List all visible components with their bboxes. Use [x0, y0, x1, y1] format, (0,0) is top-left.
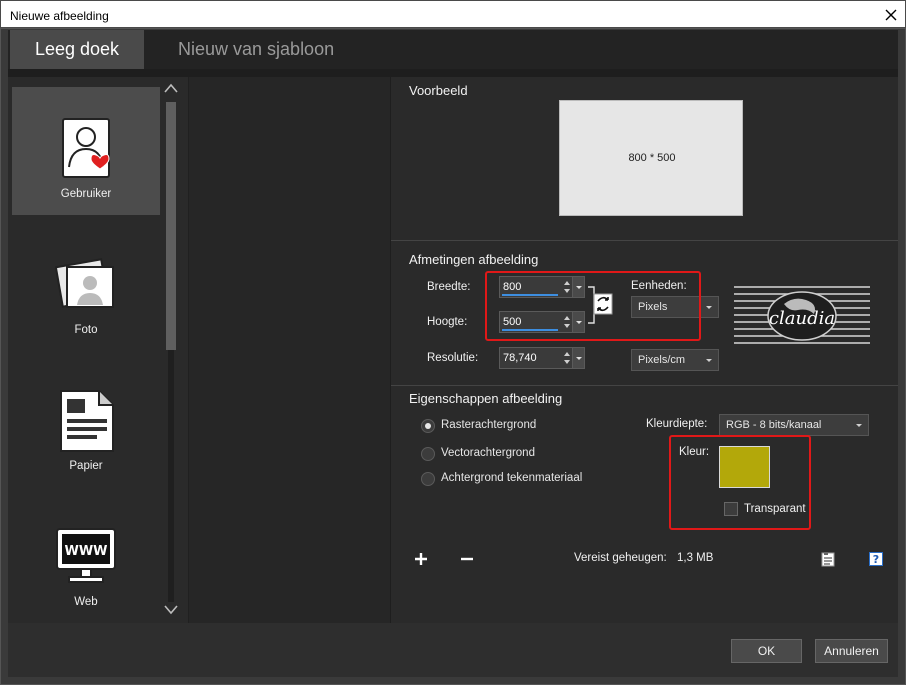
preset-paper-label: Papier	[69, 460, 103, 472]
height-dropdown[interactable]	[572, 312, 584, 332]
svg-text:?: ?	[873, 553, 879, 566]
units-select[interactable]: Pixels	[631, 296, 719, 318]
resolution-input[interactable]	[503, 349, 559, 367]
radio-raster-indicator[interactable]	[421, 419, 435, 433]
resolution-units-select[interactable]: Pixels/cm	[631, 349, 719, 371]
divider	[391, 385, 898, 386]
preview-title: Voorbeeld	[409, 83, 468, 98]
resolution-units-value: Pixels/cm	[638, 354, 686, 366]
plus-icon[interactable]	[414, 552, 428, 566]
chevron-down-icon	[576, 286, 582, 289]
chevron-down-icon	[576, 357, 582, 360]
transparent-label: Transparant	[744, 503, 806, 515]
scroll-thumb[interactable]	[166, 102, 176, 350]
dimensions-title: Afmetingen afbeelding	[409, 252, 539, 267]
notes-icon[interactable]	[821, 551, 836, 567]
memory-label: Vereist geheugen:	[574, 552, 667, 564]
units-value: Pixels	[638, 301, 668, 313]
width-spinner-icon[interactable]	[562, 277, 572, 297]
height-underline	[502, 329, 558, 331]
help-icon[interactable]: ?	[869, 552, 883, 566]
properties-title: Eigenschappen afbeelding	[409, 391, 563, 406]
resolution-label: Resolutie:	[427, 352, 479, 364]
height-input-group	[499, 311, 585, 333]
user-heart-icon	[62, 118, 110, 178]
window-title: Nieuwe afbeelding	[10, 9, 109, 23]
resolution-input-group	[499, 347, 585, 369]
ok-button[interactable]: OK	[731, 639, 802, 663]
tab-blank-canvas[interactable]: Leeg doek	[10, 30, 144, 69]
chevron-down-icon	[856, 424, 862, 427]
width-input-group	[499, 276, 585, 298]
radio-art-media-indicator[interactable]	[421, 472, 435, 486]
www-monitor-icon: WWW	[56, 528, 116, 583]
radio-vector-label: Vectorachtergrond	[441, 447, 535, 459]
link-aspect-icon[interactable]	[588, 286, 614, 324]
height-spinner-icon[interactable]	[562, 312, 572, 332]
close-icon[interactable]	[883, 7, 899, 23]
memory-value: 1,3 MB	[677, 552, 714, 564]
preset-photo-label: Foto	[74, 324, 98, 336]
preset-paper[interactable]: Papier	[12, 359, 160, 487]
height-label: Hoogte:	[427, 316, 468, 328]
preset-user-label: Gebruiker	[60, 188, 112, 200]
transparent-checkbox[interactable]	[724, 502, 738, 516]
preset-web[interactable]: WWW Web	[12, 495, 160, 623]
middle-panel	[188, 77, 390, 623]
divider	[391, 240, 898, 241]
chevron-up-icon[interactable]	[163, 82, 179, 94]
chevron-down-icon	[706, 306, 712, 309]
radio-vector-indicator[interactable]	[421, 447, 435, 461]
svg-text:WWW: WWW	[64, 544, 107, 559]
chevron-down-icon	[706, 359, 712, 362]
color-depth-label: Kleurdiepte:	[646, 418, 708, 430]
preset-web-label: Web	[74, 596, 98, 608]
preset-user[interactable]: Gebruiker	[12, 87, 160, 215]
document-icon	[60, 390, 114, 452]
color-depth-value: RGB - 8 bits/kanaal	[726, 419, 822, 431]
resolution-dropdown[interactable]	[572, 348, 584, 368]
preview-size-text: 800 * 500	[628, 152, 676, 164]
svg-text:claudia: claudia	[769, 308, 835, 329]
color-label: Kleur:	[679, 446, 710, 458]
chevron-down-icon[interactable]	[163, 604, 179, 616]
preset-scrollbar[interactable]	[160, 82, 182, 620]
preview-canvas: 800 * 500	[559, 100, 743, 216]
chevron-down-icon	[576, 321, 582, 324]
units-label: Eenheden:	[631, 280, 687, 292]
background-color-swatch[interactable]	[719, 446, 770, 488]
tab-bar: Leeg doek Nieuw van sjabloon	[8, 30, 898, 69]
radio-raster-label: Rasterachtergrond	[441, 419, 537, 431]
resolution-spinner-icon[interactable]	[562, 348, 572, 368]
tab-from-template[interactable]: Nieuw van sjabloon	[178, 30, 334, 69]
radio-art-media-label: Achtergrond tekenmateriaal	[441, 472, 583, 484]
title-bar: Nieuwe afbeelding	[0, 0, 906, 28]
claudia-logo: claudia	[734, 286, 870, 344]
minus-icon[interactable]	[460, 552, 474, 566]
width-label: Breedte:	[427, 281, 471, 293]
photo-icon	[55, 258, 114, 308]
width-dropdown[interactable]	[572, 277, 584, 297]
color-depth-select[interactable]: RGB - 8 bits/kanaal	[719, 414, 869, 436]
cancel-button[interactable]: Annuleren	[815, 639, 888, 663]
width-underline	[502, 294, 558, 296]
preset-photo[interactable]: Foto	[12, 223, 160, 351]
